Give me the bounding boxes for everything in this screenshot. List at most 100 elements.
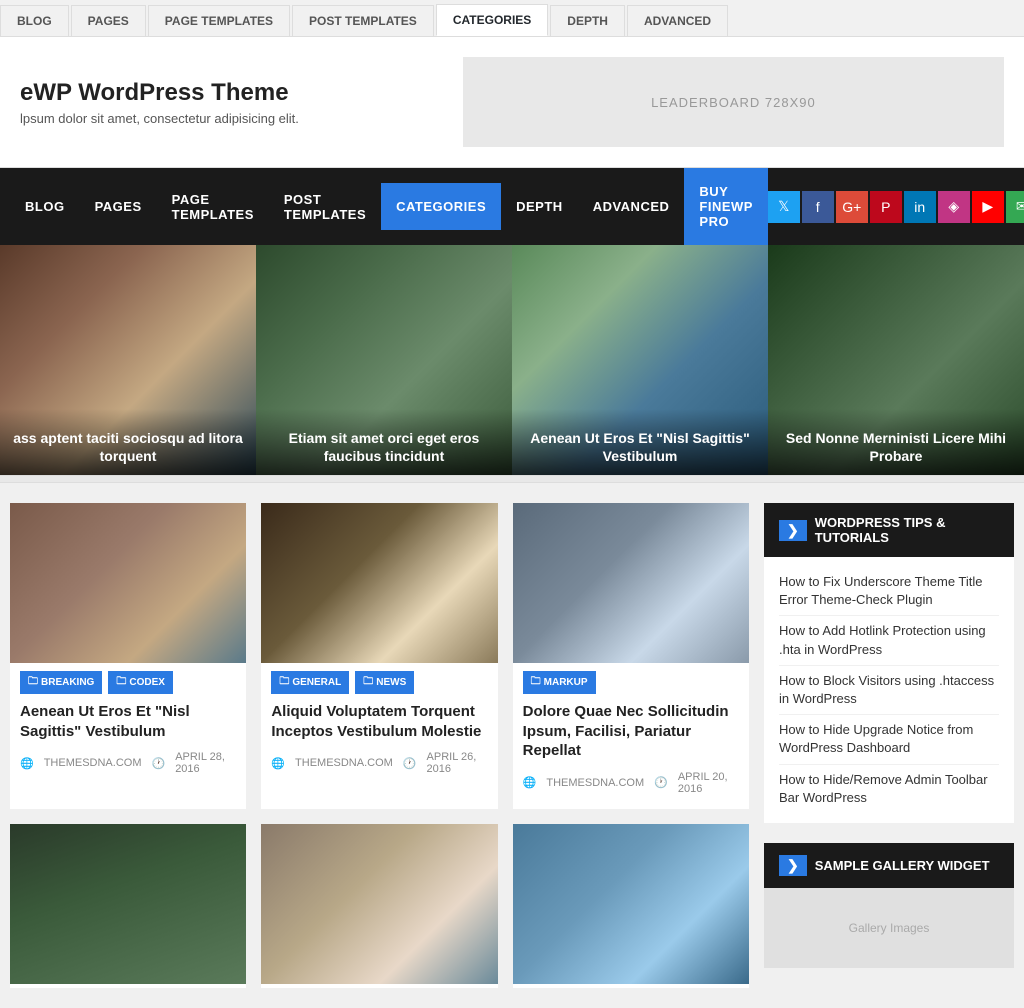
widget-link-5[interactable]: How to Hide/Remove Admin Toolbar Bar Wor… bbox=[779, 765, 999, 813]
nav-advanced[interactable]: ADVANCED bbox=[578, 183, 685, 230]
widget-arrow-icon-2: ❯ bbox=[779, 855, 807, 876]
hero-slider: ass aptent taciti sociosqu ad litora tor… bbox=[0, 245, 1024, 475]
post-site-3: THEMESDNA.COM bbox=[546, 777, 644, 789]
widget-link-4[interactable]: How to Hide Upgrade Notice from WordPres… bbox=[779, 715, 999, 764]
posts-grid: 🗀 BREAKING 🗀 CODEX Aenean Ut Eros Et "Ni… bbox=[10, 503, 749, 988]
post-tags-2: 🗀 GENERAL 🗀 NEWS bbox=[261, 663, 497, 698]
nav-pages[interactable]: PAGES bbox=[80, 183, 157, 230]
tag-general[interactable]: 🗀 GENERAL bbox=[271, 671, 349, 694]
admin-tab-pages[interactable]: PAGES bbox=[71, 5, 146, 36]
widget-title-gallery: SAMPLE GALLERY WIDGET bbox=[815, 858, 990, 873]
post-image-6 bbox=[513, 824, 749, 984]
widget-arrow-icon: ❯ bbox=[779, 520, 807, 541]
site-tagline: lpsum dolor sit amet, consectetur adipis… bbox=[20, 111, 414, 126]
post-card-3: 🗀 MARKUP Dolore Quae Nec Sollicitudin Ip… bbox=[513, 503, 749, 809]
folder-icon-4: 🗀 bbox=[363, 674, 373, 691]
post-meta-2: 🌐 THEMESDNA.COM 🕐 APRIL 26, 2016 bbox=[261, 747, 497, 785]
post-card-2: 🗀 GENERAL 🗀 NEWS Aliquid Voluptatem Torq… bbox=[261, 503, 497, 809]
post-image-3 bbox=[513, 503, 749, 663]
nav-categories[interactable]: CATEGORIES bbox=[381, 183, 501, 230]
social-email[interactable]: ✉ bbox=[1006, 191, 1024, 223]
nav-blog[interactable]: BLOG bbox=[10, 183, 80, 230]
tag-news[interactable]: 🗀 NEWS bbox=[355, 671, 414, 694]
folder-icon-3: 🗀 bbox=[279, 674, 289, 691]
tag-breaking[interactable]: 🗀 BREAKING bbox=[20, 671, 102, 694]
social-twitter[interactable]: 𝕏 bbox=[768, 191, 800, 223]
social-icons: 𝕏 f G+ P in ◈ ▶ ✉ ◉ bbox=[768, 191, 1024, 223]
hero-slide-2[interactable]: Etiam sit amet orci eget eros faucibus t… bbox=[256, 245, 512, 475]
tag-markup[interactable]: 🗀 MARKUP bbox=[523, 671, 596, 694]
hero-slide-1[interactable]: ass aptent taciti sociosqu ad litora tor… bbox=[0, 245, 256, 475]
social-google[interactable]: G+ bbox=[836, 191, 868, 223]
admin-nav: BLOG PAGES PAGE TEMPLATES POST TEMPLATES… bbox=[0, 0, 1024, 37]
social-instagram[interactable]: ◈ bbox=[938, 191, 970, 223]
widget-link-1[interactable]: How to Fix Underscore Theme Title Error … bbox=[779, 567, 999, 616]
post-image-5 bbox=[261, 824, 497, 984]
widget-link-3[interactable]: How to Block Visitors using .htaccess in… bbox=[779, 666, 999, 715]
tag-codex[interactable]: 🗀 CODEX bbox=[108, 671, 173, 694]
gallery-placeholder: Gallery Images bbox=[764, 888, 1014, 968]
site-branding: eWP WordPress Theme lpsum dolor sit amet… bbox=[20, 79, 414, 126]
site-header: eWP WordPress Theme lpsum dolor sit amet… bbox=[0, 37, 1024, 168]
post-card-4 bbox=[10, 824, 246, 988]
widget-title-tips: WORDPRESS TIPS & TUTORIALS bbox=[815, 515, 999, 545]
clock-icon-3: 🕐 bbox=[654, 776, 668, 789]
nav-page-templates[interactable]: PAGE TEMPLATES bbox=[157, 176, 269, 238]
leaderboard-ad: LEADERBOARD 728X90 bbox=[463, 57, 1004, 147]
post-tags-3: 🗀 MARKUP bbox=[513, 663, 749, 698]
clock-icon: 🕐 bbox=[151, 757, 165, 770]
globe-icon: 🌐 bbox=[20, 757, 34, 770]
post-card-5 bbox=[261, 824, 497, 988]
hero-caption-3: Aenean Ut Eros Et "Nisl Sagittis" Vestib… bbox=[512, 409, 768, 475]
post-title-1[interactable]: Aenean Ut Eros Et "Nisl Sagittis" Vestib… bbox=[10, 698, 246, 747]
post-tags-1: 🗀 BREAKING 🗀 CODEX bbox=[10, 663, 246, 698]
post-meta-1: 🌐 THEMESDNA.COM 🕐 APRIL 28, 2016 bbox=[10, 747, 246, 785]
admin-tab-categories[interactable]: CATEGORIES bbox=[436, 4, 548, 36]
widget-header-gallery: ❯ SAMPLE GALLERY WIDGET bbox=[764, 843, 1014, 888]
hero-caption-4: Sed Nonne Merninisti Licere Mihi Probare bbox=[768, 409, 1024, 475]
post-title-3[interactable]: Dolore Quae Nec Sollicitudin Ipsum, Faci… bbox=[513, 698, 749, 767]
admin-tab-depth[interactable]: DEPTH bbox=[550, 5, 625, 36]
main-content-wrapper: 🗀 BREAKING 🗀 CODEX Aenean Ut Eros Et "Ni… bbox=[0, 483, 1024, 1008]
site-title: eWP WordPress Theme bbox=[20, 79, 414, 107]
hero-slide-3[interactable]: Aenean Ut Eros Et "Nisl Sagittis" Vestib… bbox=[512, 245, 768, 475]
post-site-1: THEMESDNA.COM bbox=[44, 757, 142, 769]
globe-icon-3: 🌐 bbox=[523, 776, 537, 789]
clock-icon-2: 🕐 bbox=[403, 757, 417, 770]
post-image-4 bbox=[10, 824, 246, 984]
post-date-1: APRIL 28, 2016 bbox=[175, 751, 236, 775]
post-image-2 bbox=[261, 503, 497, 663]
post-date-3: APRIL 20, 2016 bbox=[678, 771, 739, 795]
post-meta-3: 🌐 THEMESDNA.COM 🕐 APRIL 20, 2016 bbox=[513, 767, 749, 805]
nav-depth[interactable]: DEPTH bbox=[501, 183, 578, 230]
hero-slide-4[interactable]: Sed Nonne Merninisti Licere Mihi Probare bbox=[768, 245, 1024, 475]
admin-tab-blog[interactable]: BLOG bbox=[0, 5, 69, 36]
post-date-2: APRIL 26, 2016 bbox=[427, 751, 488, 775]
section-divider bbox=[0, 475, 1024, 483]
folder-icon-2: 🗀 bbox=[116, 674, 126, 691]
post-card-1: 🗀 BREAKING 🗀 CODEX Aenean Ut Eros Et "Ni… bbox=[10, 503, 246, 809]
nav-buy-pro[interactable]: BUY FINEWP PRO bbox=[684, 168, 767, 245]
sidebar-widget-tips: ❯ WORDPRESS TIPS & TUTORIALS How to Fix … bbox=[764, 503, 1014, 823]
post-image-1 bbox=[10, 503, 246, 663]
social-pinterest[interactable]: P bbox=[870, 191, 902, 223]
widget-links-tips: How to Fix Underscore Theme Title Error … bbox=[764, 557, 1014, 823]
sidebar: ❯ WORDPRESS TIPS & TUTORIALS How to Fix … bbox=[764, 503, 1014, 988]
sidebar-widget-gallery: ❯ SAMPLE GALLERY WIDGET Gallery Images bbox=[764, 843, 1014, 968]
admin-tab-page-templates[interactable]: PAGE TEMPLATES bbox=[148, 5, 290, 36]
post-card-6 bbox=[513, 824, 749, 988]
hero-caption-1: ass aptent taciti sociosqu ad litora tor… bbox=[0, 409, 256, 475]
main-nav: BLOG PAGES PAGE TEMPLATES POST TEMPLATES… bbox=[0, 168, 1024, 245]
post-title-2[interactable]: Aliquid Voluptatem Torquent Inceptos Ves… bbox=[261, 698, 497, 747]
hero-caption-2: Etiam sit amet orci eget eros faucibus t… bbox=[256, 409, 512, 475]
folder-icon: 🗀 bbox=[28, 674, 38, 691]
admin-tab-advanced[interactable]: ADVANCED bbox=[627, 5, 728, 36]
widget-link-2[interactable]: How to Add Hotlink Protection using .hta… bbox=[779, 616, 999, 665]
social-youtube[interactable]: ▶ bbox=[972, 191, 1004, 223]
social-facebook[interactable]: f bbox=[802, 191, 834, 223]
admin-tab-post-templates[interactable]: POST TEMPLATES bbox=[292, 5, 434, 36]
post-site-2: THEMESDNA.COM bbox=[295, 757, 393, 769]
nav-post-templates[interactable]: POST TEMPLATES bbox=[269, 176, 381, 238]
nav-links: BLOG PAGES PAGE TEMPLATES POST TEMPLATES… bbox=[10, 168, 768, 245]
social-linkedin[interactable]: in bbox=[904, 191, 936, 223]
